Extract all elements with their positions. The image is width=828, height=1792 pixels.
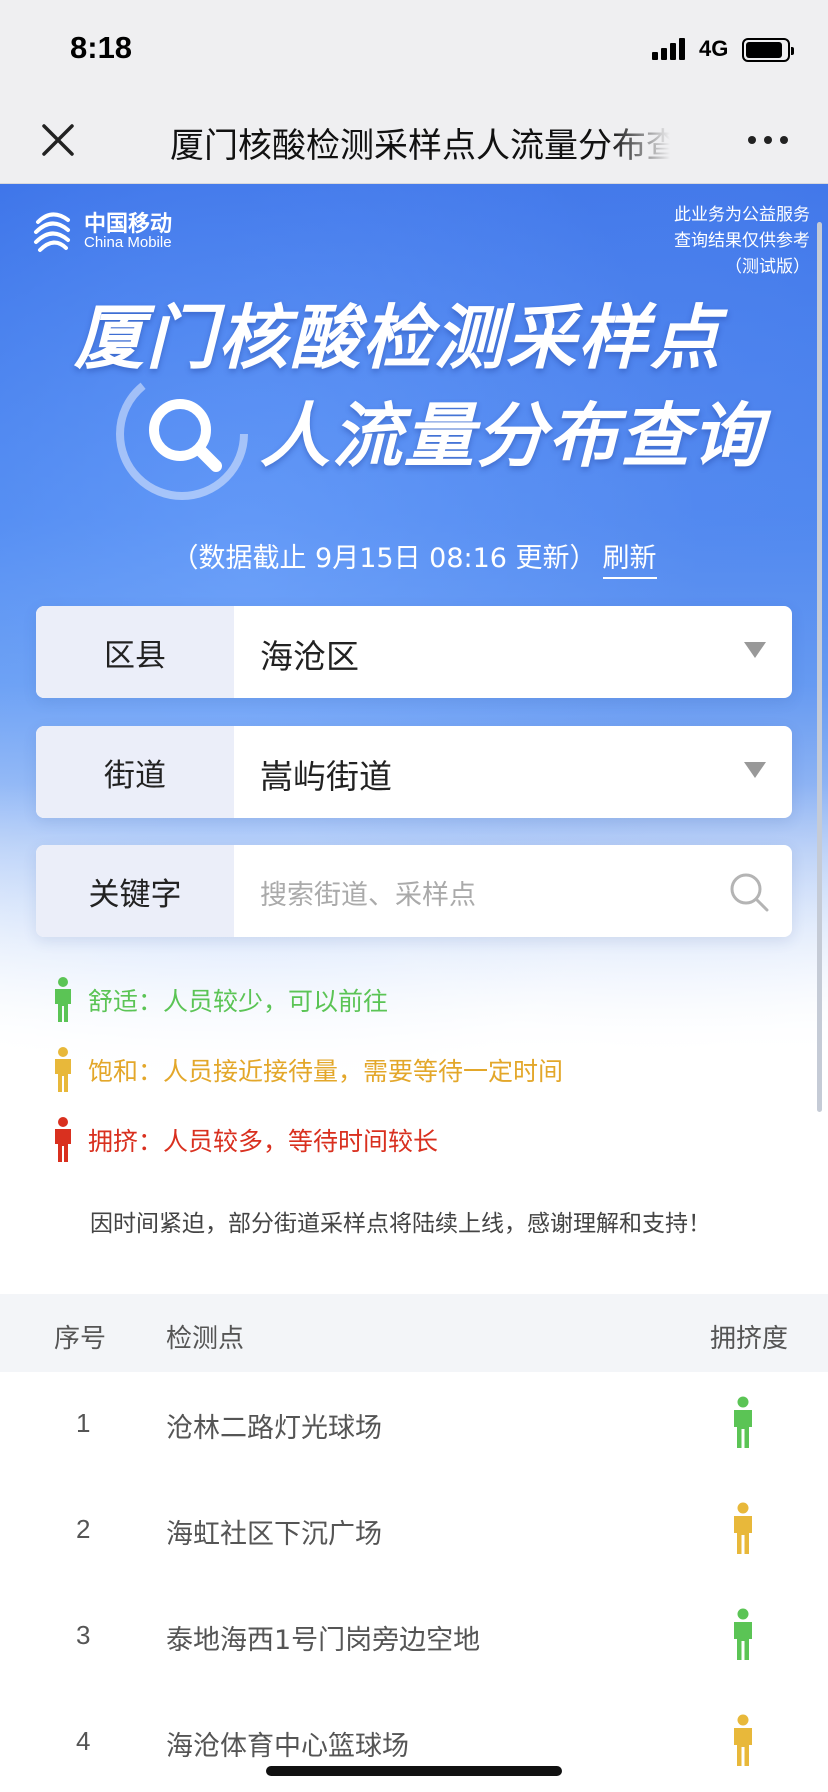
person-yellow-icon (734, 1502, 752, 1554)
table-row[interactable]: 2 海虹社区下沉广场 (0, 1478, 828, 1584)
magnifier-icon (116, 368, 248, 500)
row-site-name: 沧林二路灯光球场 (166, 1413, 382, 1444)
person-yellow-icon (55, 1047, 71, 1092)
district-label: 区县 (36, 606, 234, 698)
row-index: 4 (76, 1726, 91, 1756)
more-icon[interactable] (748, 134, 792, 146)
brand-name-en: China Mobile (84, 234, 172, 251)
row-site-name: 泰地海西1号门岗旁边空地 (166, 1625, 481, 1656)
table-row[interactable]: 4 海沧体育中心篮球场 (0, 1690, 828, 1792)
table-header: 序号 检测点 拥挤度 (0, 1294, 828, 1372)
legend-saturated: 饱和：人员接近接待量，需要等待一定时间 (50, 1045, 563, 1095)
keyword-input[interactable]: 搜索街道、采样点 (260, 873, 476, 912)
person-green-icon (55, 977, 71, 1022)
street-label: 街道 (36, 726, 234, 818)
service-notice: 此业务为公益服务 查询结果仅供参考 （测试版） (674, 205, 810, 277)
header-site: 检测点 (166, 1324, 245, 1354)
street-value: 嵩屿街道 (260, 757, 392, 796)
person-green-icon (734, 1608, 752, 1660)
dropdown-arrow-icon (744, 642, 766, 658)
row-site-name: 海虹社区下沉广场 (166, 1519, 382, 1550)
legend-comfort: 舒适：人员较少，可以前往 (50, 975, 388, 1025)
update-time: （数据截止 9月15日 08:16 更新） (171, 543, 597, 574)
row-site-name: 海沧体育中心篮球场 (166, 1731, 409, 1762)
person-green-icon (734, 1396, 752, 1448)
tip-text: 因时间紧迫，部分街道采样点将陆续上线，感谢理解和支持！ (90, 1211, 711, 1237)
person-red-icon (55, 1117, 71, 1162)
person-yellow-icon (734, 1714, 752, 1766)
update-info: （数据截止 9月15日 08:16 更新） 刷新 (0, 536, 828, 579)
search-icon[interactable] (728, 871, 770, 913)
home-indicator[interactable] (266, 1766, 562, 1776)
close-icon[interactable] (36, 118, 80, 162)
table-row[interactable]: 3 泰地海西1号门岗旁边空地 (0, 1584, 828, 1690)
status-time: 8:18 (70, 30, 133, 65)
refresh-link[interactable]: 刷新 (602, 536, 657, 579)
dropdown-arrow-icon (744, 762, 766, 778)
china-mobile-logo: 中国移动 China Mobile (28, 206, 188, 254)
battery-icon (742, 38, 794, 62)
status-bar: 8:18 4G (0, 0, 828, 96)
keyword-search: 关键字 搜索街道、采样点 (36, 845, 792, 937)
keyword-label: 关键字 (36, 845, 234, 937)
header-index: 序号 (54, 1324, 107, 1354)
signal-icon (652, 38, 690, 60)
header-crowd: 拥挤度 (709, 1324, 788, 1354)
scrollbar[interactable] (817, 222, 822, 1112)
row-index: 3 (76, 1620, 91, 1650)
legend-crowded: 拥挤：人员较多，等待时间较长 (50, 1115, 438, 1165)
china-mobile-icon (34, 212, 70, 252)
hero-title-line2: 人流量分布查询 (260, 395, 764, 477)
row-index: 1 (76, 1408, 91, 1438)
network-type: 4G (699, 36, 729, 61)
district-value: 海沧区 (260, 637, 359, 676)
street-select[interactable]: 街道 嵩屿街道 (36, 726, 792, 818)
row-index: 2 (76, 1514, 91, 1544)
table-row[interactable]: 1 沧林二路灯光球场 (0, 1372, 828, 1478)
page-title: 厦门核酸检测采样点人流量分布查询 (170, 126, 670, 166)
district-select[interactable]: 区县 海沧区 (36, 606, 792, 698)
nav-bar: 厦门核酸检测采样点人流量分布查询 (0, 96, 828, 184)
